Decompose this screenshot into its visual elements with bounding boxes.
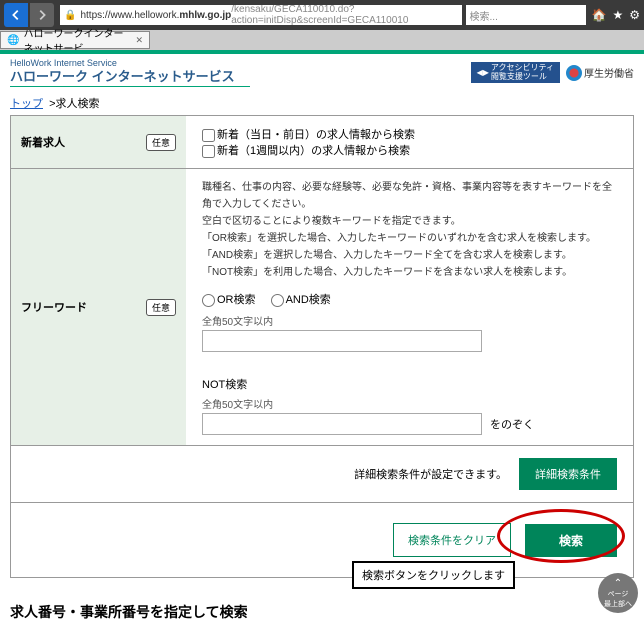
arrow-right-icon — [35, 8, 49, 22]
not-search-title: NOT検索 — [202, 376, 617, 392]
caret-up-icon: ⌃ — [614, 578, 622, 589]
freeword-input[interactable] — [202, 330, 482, 352]
brand-underline — [10, 86, 250, 87]
chrome-controls: 🏠 ★ ⚙ — [592, 8, 640, 22]
breadcrumb: トップ >求人検索 — [0, 91, 644, 115]
nav-back-button[interactable] — [4, 3, 28, 27]
url-suffix: /kensaku/GECA110010.do?action=initDisp&s… — [231, 5, 457, 25]
section-title-numbers: 求人番号・事業所番号を指定して検索 — [10, 598, 634, 623]
new-jobs-label: 新着求人 — [21, 134, 65, 150]
browser-search-input[interactable]: 検索... — [466, 5, 586, 25]
brand-japanese: ハローワーク インターネットサービス — [10, 69, 250, 85]
home-icon[interactable]: 🏠 — [592, 8, 607, 22]
clear-conditions-button[interactable]: 検索条件をクリア — [393, 523, 511, 557]
mhlw-text: 厚生労働省 — [584, 65, 634, 80]
page-top-button[interactable]: ⌃ ページ 最上部へ — [598, 573, 638, 613]
mhlw-logo[interactable]: 厚生労働省 — [566, 65, 634, 81]
not-search-input[interactable] — [202, 413, 482, 435]
new-today-checkbox[interactable] — [202, 129, 215, 142]
accessibility-icon: ◀▶ — [477, 68, 489, 77]
page-top-line2: 最上部へ — [604, 599, 632, 609]
breadcrumb-current: 求人検索 — [56, 98, 100, 110]
not-limit-label: 全角50文字以内 — [202, 396, 617, 411]
lock-icon: 🔒 — [64, 10, 76, 21]
optional-badge: 任意 — [146, 134, 176, 151]
tab-bar: 🌐 ハローワークインターネットサービ... ✕ — [0, 30, 644, 50]
new-week-checkbox[interactable] — [202, 145, 215, 158]
or-radio-label[interactable]: OR検索 — [202, 294, 256, 306]
page-top-line1: ページ — [608, 589, 629, 599]
arrow-left-icon — [9, 8, 23, 22]
action-row: 検索条件をクリア 検索 検索ボタンをクリックします — [11, 503, 633, 577]
new-week-checkbox-label[interactable]: 新着（1週間以内）の求人情報から検索 — [202, 145, 410, 157]
breadcrumb-top-link[interactable]: トップ — [10, 98, 43, 110]
page-viewport: HelloWork Internet Service ハローワーク インターネッ… — [0, 50, 644, 623]
freeword-label: フリーワード — [21, 299, 87, 315]
or-radio[interactable] — [202, 294, 215, 307]
url-prefix: https://www.hellowork. — [80, 10, 179, 21]
not-suffix-label: をのぞく — [490, 416, 534, 432]
and-radio[interactable] — [271, 294, 284, 307]
close-icon[interactable]: ✕ — [135, 35, 143, 46]
favorites-icon[interactable]: ★ — [612, 8, 623, 22]
row-freeword: フリーワード 任意 職種名、仕事の内容、必要な経験等、必要な免許・資格、事業内容… — [11, 169, 633, 446]
tab-favicon: 🌐 — [7, 35, 19, 46]
site-header: HelloWork Internet Service ハローワーク インターネッ… — [0, 54, 644, 91]
advanced-text: 詳細検索条件が設定できます。 — [354, 466, 507, 482]
accessibility-badge[interactable]: ◀▶ アクセシビリティ 閲覧支援ツール — [471, 62, 560, 84]
row-new-jobs: 新着求人 任意 新着（当日・前日）の求人情報から検索 新着（1週間以内）の求人情… — [11, 116, 633, 169]
freeword-limit-label: 全角50文字以内 — [202, 313, 617, 328]
nav-forward-button[interactable] — [30, 3, 54, 27]
new-today-checkbox-label[interactable]: 新着（当日・前日）の求人情報から検索 — [202, 129, 415, 141]
browser-tab[interactable]: 🌐 ハローワークインターネットサービ... ✕ — [0, 31, 150, 49]
url-domain: mhlw.go.jp — [179, 10, 231, 21]
advanced-row: 詳細検索条件が設定できます。 詳細検索条件 — [11, 446, 633, 503]
and-radio-label[interactable]: AND検索 — [271, 294, 331, 306]
annotation-callout: 検索ボタンをクリックします — [352, 561, 515, 589]
brand-english: HelloWork Internet Service — [10, 58, 250, 69]
advanced-search-button[interactable]: 詳細検索条件 — [519, 458, 617, 490]
optional-badge: 任意 — [146, 299, 176, 316]
url-bar[interactable]: 🔒 https://www.hellowork.mhlw.go.jp/kensa… — [60, 5, 462, 25]
search-panel: 新着求人 任意 新着（当日・前日）の求人情報から検索 新着（1週間以内）の求人情… — [10, 115, 634, 578]
settings-icon[interactable]: ⚙ — [629, 8, 640, 22]
search-button[interactable]: 検索 — [525, 524, 617, 557]
mhlw-icon — [566, 65, 582, 81]
accessibility-text: アクセシビリティ 閲覧支援ツール — [491, 64, 554, 82]
freeword-help: 職種名、仕事の内容、必要な経験等、必要な免許・資格、事業内容等を表すキーワードを… — [202, 179, 617, 281]
